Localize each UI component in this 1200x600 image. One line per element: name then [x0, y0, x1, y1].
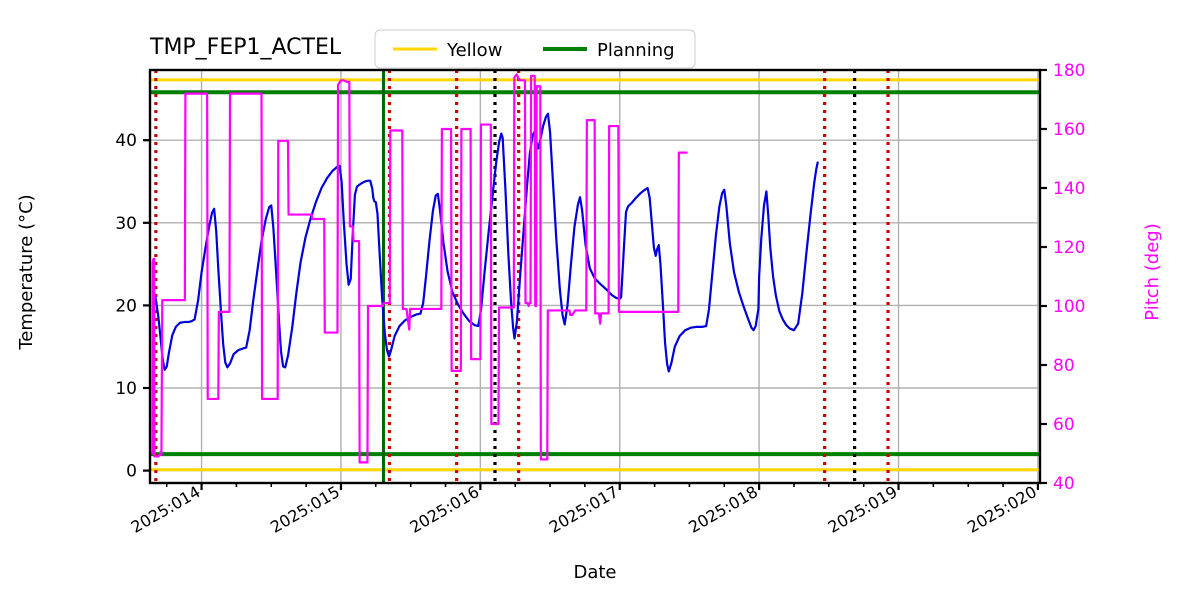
y-tick-label: 0	[126, 462, 137, 482]
y2-tick-label: 120	[1053, 238, 1085, 258]
chart-legend[interactable]: Yellow Planning	[374, 29, 696, 69]
legend-label-yellow: Yellow	[446, 40, 502, 61]
page-title: TMP_FEP1_ACTEL	[149, 35, 342, 60]
y2-tick-label: 80	[1053, 356, 1075, 376]
y2-tick-label: 180	[1053, 61, 1085, 81]
chart-root: 2025:014 2025:015 2025:016 2025:017 2025:018…	[0, 0, 1200, 600]
y2-tick-label: 40	[1053, 474, 1075, 494]
legend-label-planning: Planning	[597, 40, 675, 61]
y2-tick-label: 100	[1053, 297, 1085, 317]
y2-axis-title: Pitch (deg)	[1142, 223, 1163, 321]
y-tick-label: 20	[115, 296, 137, 316]
x-axis-title: Date	[573, 562, 616, 583]
y2-tick-label: 60	[1053, 415, 1075, 435]
y2-tick-label: 160	[1053, 120, 1085, 140]
chart-canvas: 2025:014 2025:015 2025:016 2025:017 2025:018…	[0, 0, 1200, 600]
y2-tick-label: 140	[1053, 179, 1085, 199]
y-tick-label: 40	[115, 131, 137, 151]
y-tick-label: 30	[115, 214, 137, 234]
y-axis-title: Temperature (°C)	[16, 194, 37, 350]
y-tick-label: 10	[115, 379, 137, 399]
